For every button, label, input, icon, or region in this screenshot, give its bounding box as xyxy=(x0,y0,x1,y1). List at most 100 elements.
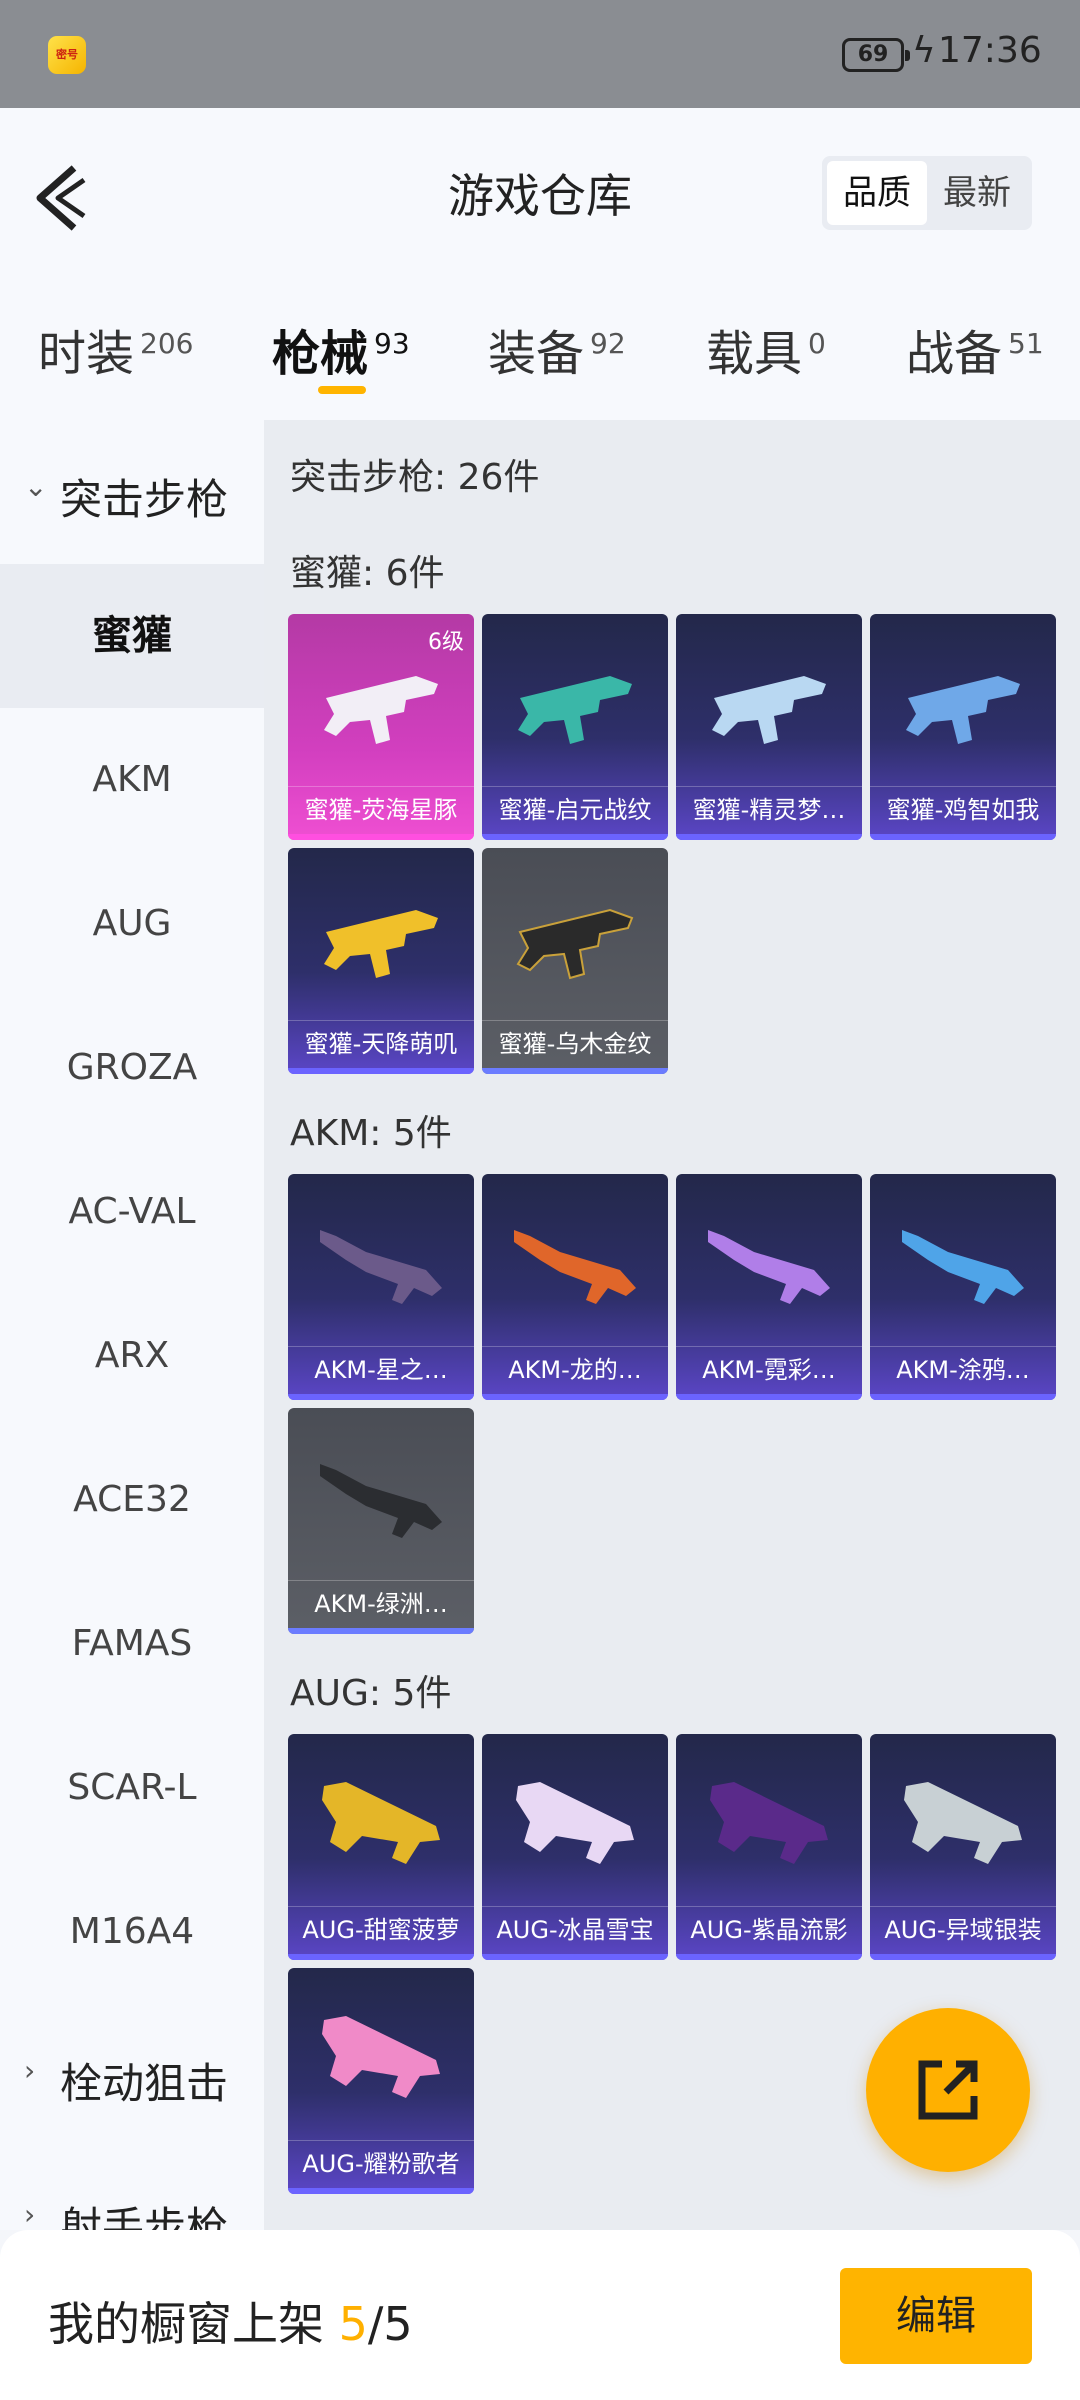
weapon-name: AKM-涂鸦… xyxy=(896,1356,1030,1384)
weapon-name: 蜜獾-精灵梦… xyxy=(692,796,846,824)
tab-count: 93 xyxy=(374,327,410,360)
sidebar-group-label: 栓动狙击 xyxy=(60,2059,229,2108)
showcase-current: 5 xyxy=(338,2297,368,2351)
weapon-name: 蜜獾-乌木金纹 xyxy=(498,1030,652,1058)
sidebar-group-assault-rifles[interactable]: ⌄ 突击步枪 xyxy=(0,420,264,564)
tab-count: 92 xyxy=(590,327,626,360)
sort-latest-button[interactable]: 最新 xyxy=(927,161,1027,225)
sort-quality-button[interactable]: 品质 xyxy=(827,161,927,225)
tab-label: 枪械 xyxy=(272,326,369,382)
sidebar-item-ac-val[interactable]: AC-VAL xyxy=(0,1140,264,1284)
sidebar-item-famas[interactable]: FAMAS xyxy=(0,1572,264,1716)
weapon-card[interactable]: AUG-异域银装 xyxy=(870,1734,1056,1960)
tab-vehicles[interactable]: 载具 0 xyxy=(706,314,826,384)
sidebar-item-arx[interactable]: ARX xyxy=(0,1284,264,1428)
weapon-type-sidebar: ⌄ 突击步枪 蜜獾 AKM AUG GROZA AC-VAL ARX ACE32… xyxy=(0,420,264,2230)
gun-icon xyxy=(906,676,1020,744)
gun-icon xyxy=(708,1230,830,1304)
status-bar: 密号 69 ϟ 17:36 xyxy=(0,0,1080,108)
weapon-card[interactable]: AKM-绿洲… xyxy=(288,1408,474,1634)
weapon-card[interactable]: 蜜獾-精灵梦… xyxy=(676,614,862,840)
chevron-right-icon: › xyxy=(24,2198,36,2230)
section-title: 蜜獾: 6件 xyxy=(290,553,445,594)
weapon-name: 蜜獾-天降萌叽 xyxy=(304,1030,458,1058)
sidebar-group-marksman-rifles[interactable]: › 射手步枪 xyxy=(0,2148,264,2230)
gun-icon xyxy=(514,1230,636,1304)
weapon-name: AKM-龙的… xyxy=(508,1356,642,1384)
weapon-name: AUG-紫晶流影 xyxy=(690,1916,848,1944)
battery-icon: 69 xyxy=(842,38,910,72)
sidebar-item-m16a4[interactable]: M16A4 xyxy=(0,1860,264,2004)
weapon-card[interactable]: AUG-耀粉歌者 xyxy=(288,1968,474,2194)
sidebar-item-aug[interactable]: AUG xyxy=(0,852,264,996)
charging-icon: ϟ xyxy=(912,30,936,71)
edit-button[interactable]: 编辑 xyxy=(840,2268,1032,2364)
weapon-name: 蜜獾-启元战纹 xyxy=(498,796,652,824)
tab-guns[interactable]: 枪械 93 xyxy=(272,314,410,384)
sidebar-group-label: 射手步枪 xyxy=(60,2203,229,2230)
gun-icon xyxy=(516,1782,634,1864)
showcase-label: 我的橱窗上架 xyxy=(48,2297,339,2351)
showcase-count: 我的橱窗上架 5/5 xyxy=(48,2288,413,2354)
gun-icon xyxy=(712,676,826,744)
sidebar-item-scar-l[interactable]: SCAR-L xyxy=(0,1716,264,1860)
tab-label: 装备 xyxy=(488,326,585,382)
status-time: 17:36 xyxy=(938,30,1042,71)
tab-label: 载具 xyxy=(706,326,803,382)
tab-combat-gear[interactable]: 战备 51 xyxy=(906,314,1044,384)
weapon-name: AUG-冰晶雪宝 xyxy=(496,1916,654,1944)
share-icon xyxy=(918,2060,978,2120)
weapon-card[interactable]: AUG-紫晶流影 xyxy=(676,1734,862,1960)
gun-icon xyxy=(322,2016,440,2098)
weapon-name: AUG-甜蜜菠萝 xyxy=(302,1916,460,1944)
weapon-card[interactable]: AUG-冰晶雪宝 xyxy=(482,1734,668,1960)
gun-icon xyxy=(516,908,634,980)
chevron-right-icon: › xyxy=(24,2054,36,2087)
gun-icon xyxy=(324,676,438,744)
weapon-card[interactable]: AKM-龙的… xyxy=(482,1174,668,1400)
active-tab-indicator xyxy=(318,386,366,394)
app-notification-icon: 密号 xyxy=(48,36,86,74)
gun-icon xyxy=(518,676,632,744)
weapon-card[interactable]: AKM-涂鸦… xyxy=(870,1174,1056,1400)
tab-fashion[interactable]: 时装 206 xyxy=(38,314,193,384)
weapon-card[interactable]: AKM-星之… xyxy=(288,1174,474,1400)
weapon-card[interactable]: AUG-甜蜜菠萝 xyxy=(288,1734,474,1960)
tab-equipment[interactable]: 装备 92 xyxy=(488,314,626,384)
weapon-card[interactable]: 蜜獾-启元战纹 xyxy=(482,614,668,840)
weapon-name: AUG-异域银装 xyxy=(884,1916,1042,1944)
gun-icon xyxy=(322,1782,440,1864)
category-total: 突击步枪: 26件 xyxy=(290,457,540,498)
category-tabs: 时装 206 枪械 93 装备 92 载具 0 战备 51 xyxy=(0,278,1080,420)
weapon-name: 蜜獾-荧海星豚 xyxy=(304,796,458,824)
tab-count: 51 xyxy=(1008,327,1044,360)
weapon-name: AKM-绿洲… xyxy=(314,1590,448,1618)
bottom-bar: 我的橱窗上架 5/5 编辑 xyxy=(0,2230,1080,2400)
weapon-card[interactable]: 6级 蜜獾-荧海星豚 xyxy=(288,614,474,840)
weapon-card[interactable]: 蜜獾-鸡智如我 xyxy=(870,614,1056,840)
weapon-name: 蜜獾-鸡智如我 xyxy=(886,796,1040,824)
weapon-card[interactable]: 蜜獾-乌木金纹 xyxy=(482,848,668,1074)
tab-count: 0 xyxy=(808,327,826,360)
section-title: AKM: 5件 xyxy=(290,1113,452,1154)
gun-icon xyxy=(710,1782,828,1864)
section-title: AUG: 5件 xyxy=(290,1673,452,1714)
weapon-card[interactable]: AKM-霓彩… xyxy=(676,1174,862,1400)
tab-count: 206 xyxy=(140,327,194,360)
sidebar-group-bolt-action-snipers[interactable]: › 栓动狙击 xyxy=(0,2004,264,2148)
tab-label: 战备 xyxy=(906,326,1003,382)
gun-icon xyxy=(904,1782,1022,1864)
weapon-grid: 突击步枪: 26件 蜜獾: 6件 6级 蜜獾-荧海星豚 蜜獾-启元战纹 蜜獾-精… xyxy=(264,420,1080,2230)
weapon-card[interactable]: 蜜獾-天降萌叽 xyxy=(288,848,474,1074)
sidebar-group-label: 突击步枪 xyxy=(60,475,229,524)
sort-toggle: 品质 最新 xyxy=(822,156,1032,230)
share-button[interactable] xyxy=(866,2008,1030,2172)
sidebar-item-akm[interactable]: AKM xyxy=(0,708,264,852)
tab-label: 时装 xyxy=(38,326,135,382)
sidebar-item-ace32[interactable]: ACE32 xyxy=(0,1428,264,1572)
gun-icon xyxy=(320,1464,442,1538)
sidebar-item-honey-badger[interactable]: 蜜獾 xyxy=(0,564,264,708)
weapon-name: AUG-耀粉歌者 xyxy=(302,2150,460,2178)
sidebar-item-groza[interactable]: GROZA xyxy=(0,996,264,1140)
gun-icon xyxy=(324,910,438,978)
